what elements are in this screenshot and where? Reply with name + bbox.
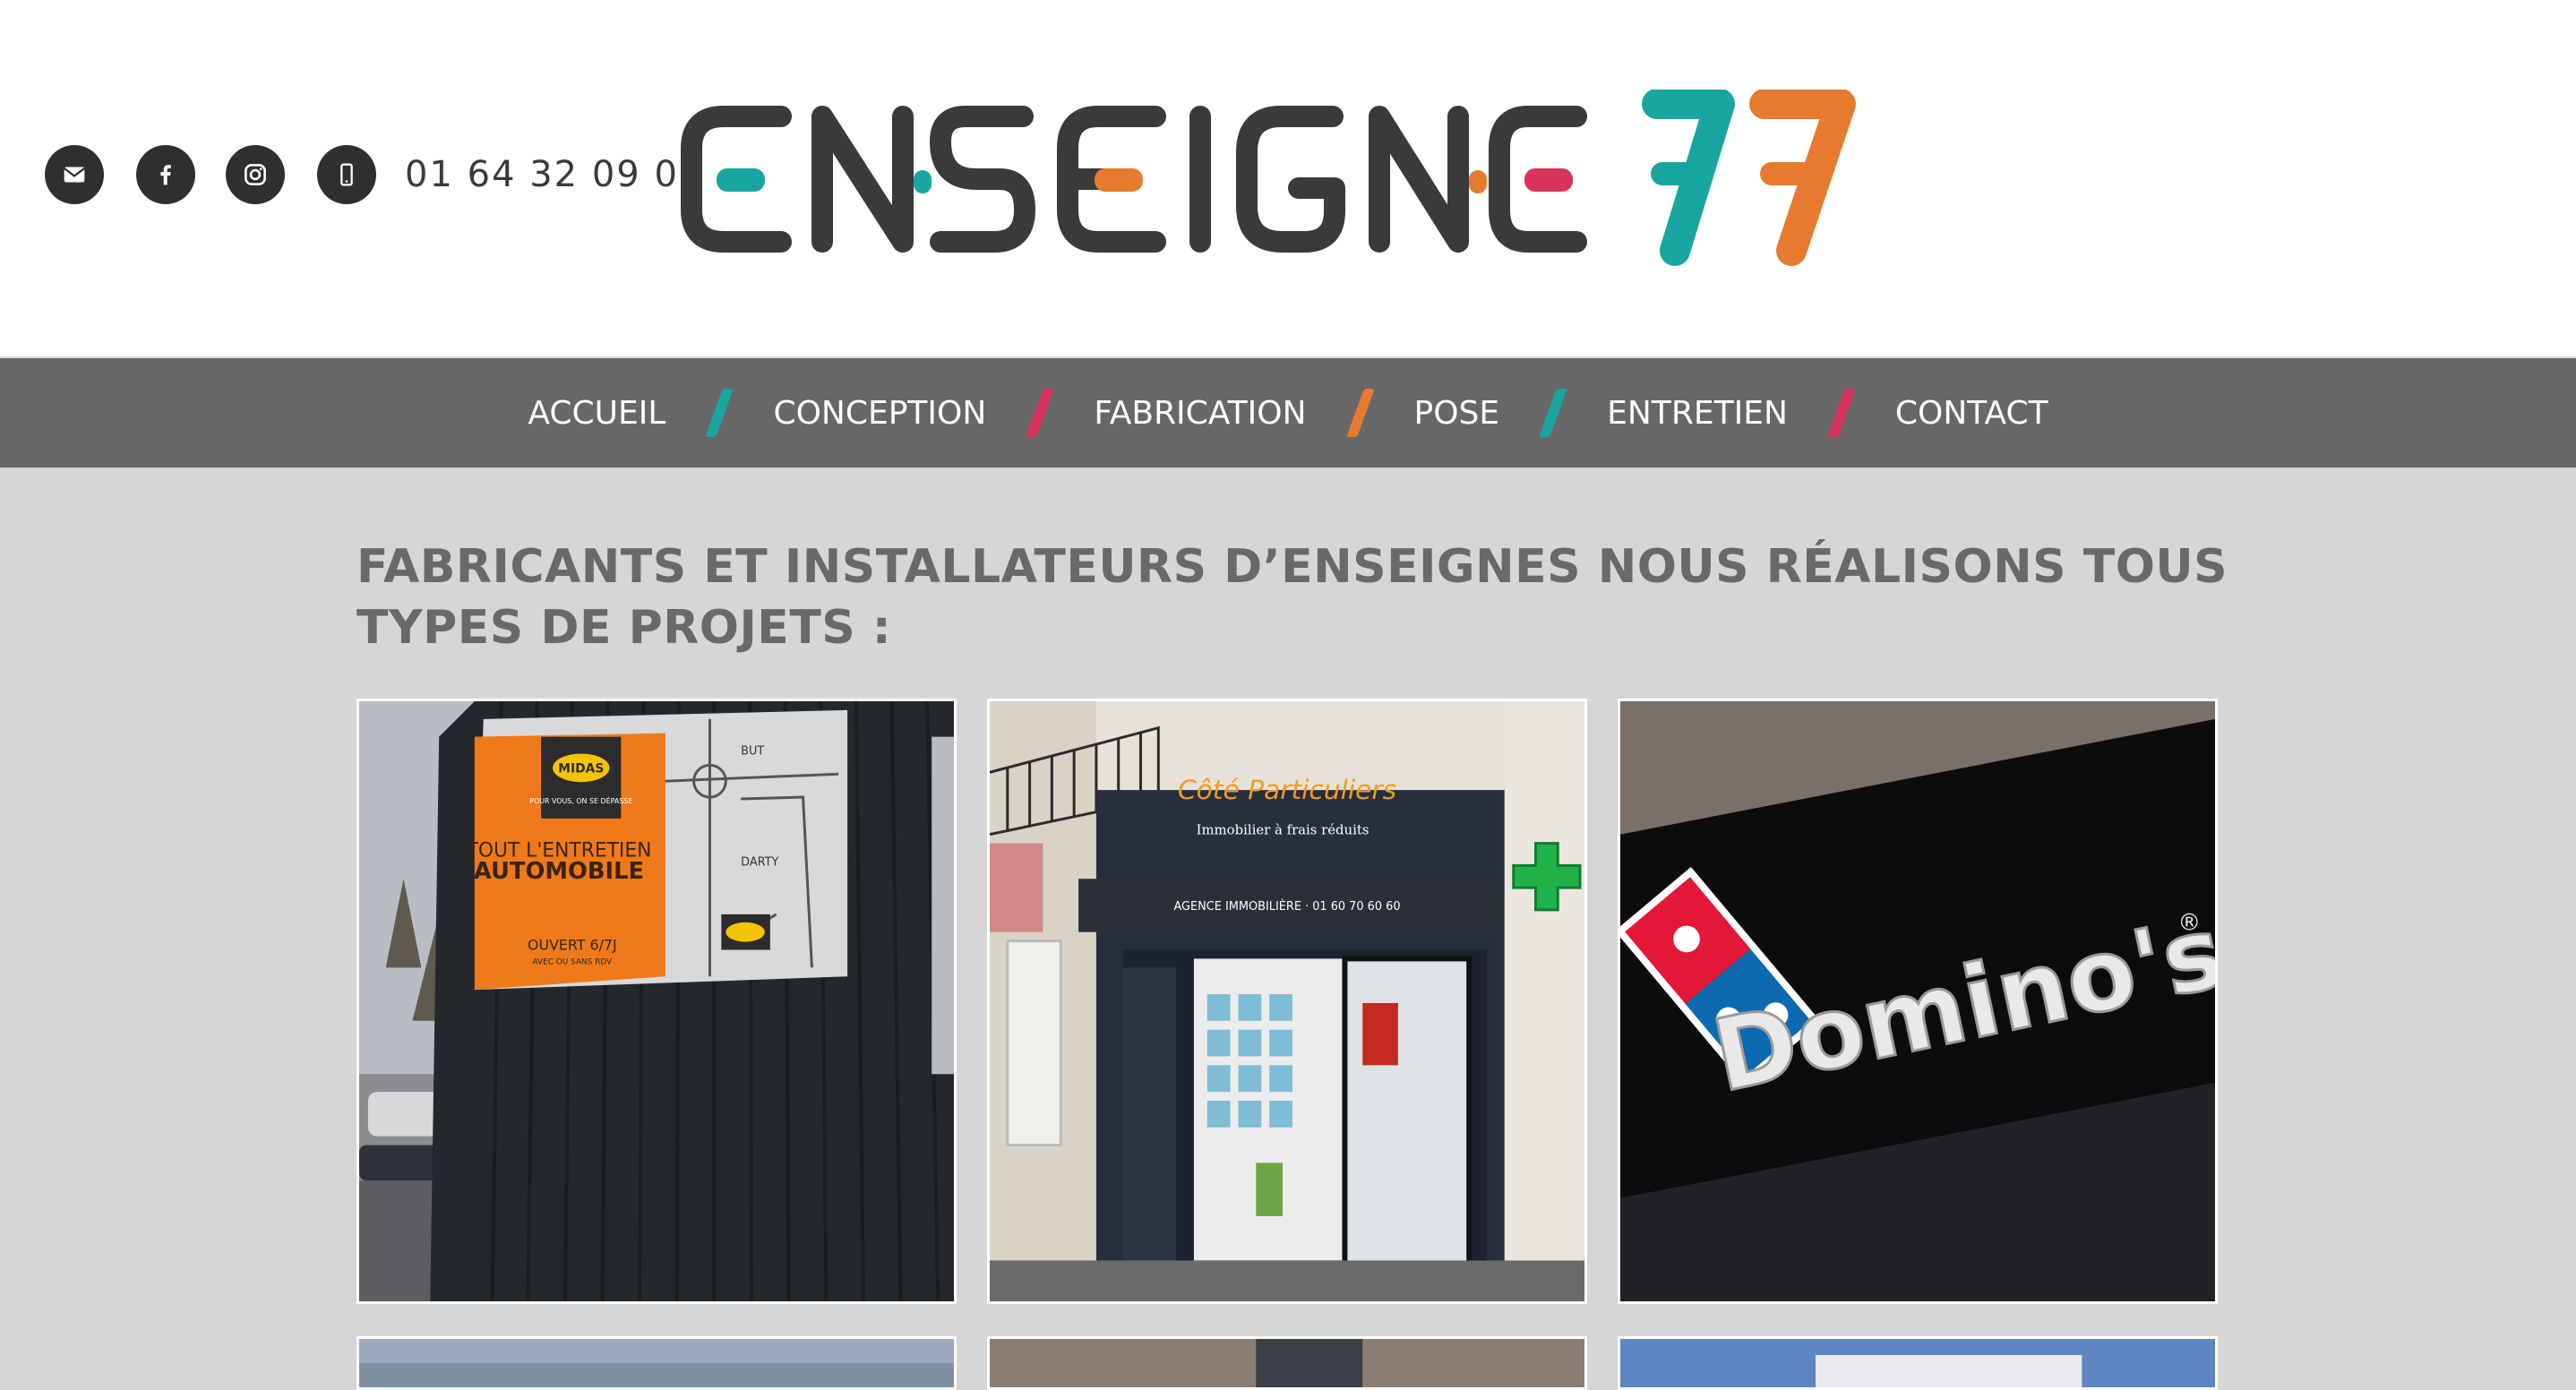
- nav-contact[interactable]: CONTACT: [1892, 395, 2052, 432]
- phone-link[interactable]: [317, 145, 376, 204]
- facebook-link[interactable]: [136, 145, 195, 204]
- nav-separator: [1345, 389, 1375, 437]
- svg-text:®: ®: [2177, 910, 2201, 937]
- instagram-icon: [245, 164, 266, 185]
- nav-fabrication[interactable]: FABRICATION: [1090, 395, 1309, 432]
- svg-text:OUVERT 6/7J: OUVERT 6/7J: [528, 937, 617, 954]
- svg-text:AVEC OU SANS RDV: AVEC OU SANS RDV: [533, 957, 614, 966]
- nav-separator: [1026, 389, 1055, 437]
- svg-text:Immobilier à frais réduits: Immobilier à frais réduits: [1197, 822, 1370, 838]
- gallery-image-row2-2[interactable]: [987, 1336, 1587, 1390]
- phone-number[interactable]: 01 64 32 09 07: [405, 154, 703, 195]
- mail-link[interactable]: [45, 145, 104, 204]
- nav-separator: [1539, 389, 1567, 437]
- svg-text:POUR VOUS, ON SE DÉPASSE: POUR VOUS, ON SE DÉPASSE: [529, 795, 632, 805]
- gallery-image-dominos[interactable]: Domino's ®: [1618, 699, 2218, 1304]
- nav-conception[interactable]: CONCEPTION: [769, 395, 990, 432]
- svg-text:MIDAS: MIDAS: [558, 761, 604, 776]
- instagram-link[interactable]: [226, 145, 285, 204]
- svg-text:DARTY: DARTY: [741, 855, 778, 869]
- gallery-image-cote-particuliers[interactable]: Côté Particuliers Immobilier à frais réd…: [987, 699, 1587, 1304]
- nav-separator: [705, 389, 734, 437]
- gallery-image-midas[interactable]: MIDAS POUR VOUS, ON SE DÉPASSE TOUT L'EN…: [356, 699, 957, 1304]
- gallery-image-row2-3[interactable]: [1618, 1336, 2218, 1390]
- svg-text:Côté Particuliers: Côté Particuliers: [1178, 775, 1396, 806]
- nav-entretien[interactable]: ENTRETIEN: [1603, 395, 1791, 432]
- svg-text:BUT: BUT: [741, 744, 764, 758]
- mail-icon: [63, 167, 86, 183]
- phone-icon: [340, 163, 353, 186]
- nav-separator: [1827, 389, 1856, 437]
- main-nav: ACCUEIL CONCEPTION FABRICATION POSE ENTR…: [0, 358, 2576, 468]
- gallery-image-row2-1[interactable]: [356, 1336, 957, 1390]
- site-header: 01 64 32 09 07: [0, 0, 2576, 356]
- enseigne77-logo[interactable]: [681, 90, 1894, 269]
- svg-text:AUTOMOBILE: AUTOMOBILE: [474, 858, 644, 885]
- facebook-icon: [160, 165, 171, 185]
- nav-accueil[interactable]: ACCUEIL: [524, 395, 669, 432]
- svg-text:AGENCE IMMOBILIÈRE · 01 60 70: AGENCE IMMOBILIÈRE · 01 60 70 60 60: [1173, 899, 1400, 914]
- page-headline: FABRICANTS ET INSTALLATEURS D’ENSEIGNES …: [356, 539, 2228, 655]
- nav-pose[interactable]: POSE: [1411, 395, 1504, 432]
